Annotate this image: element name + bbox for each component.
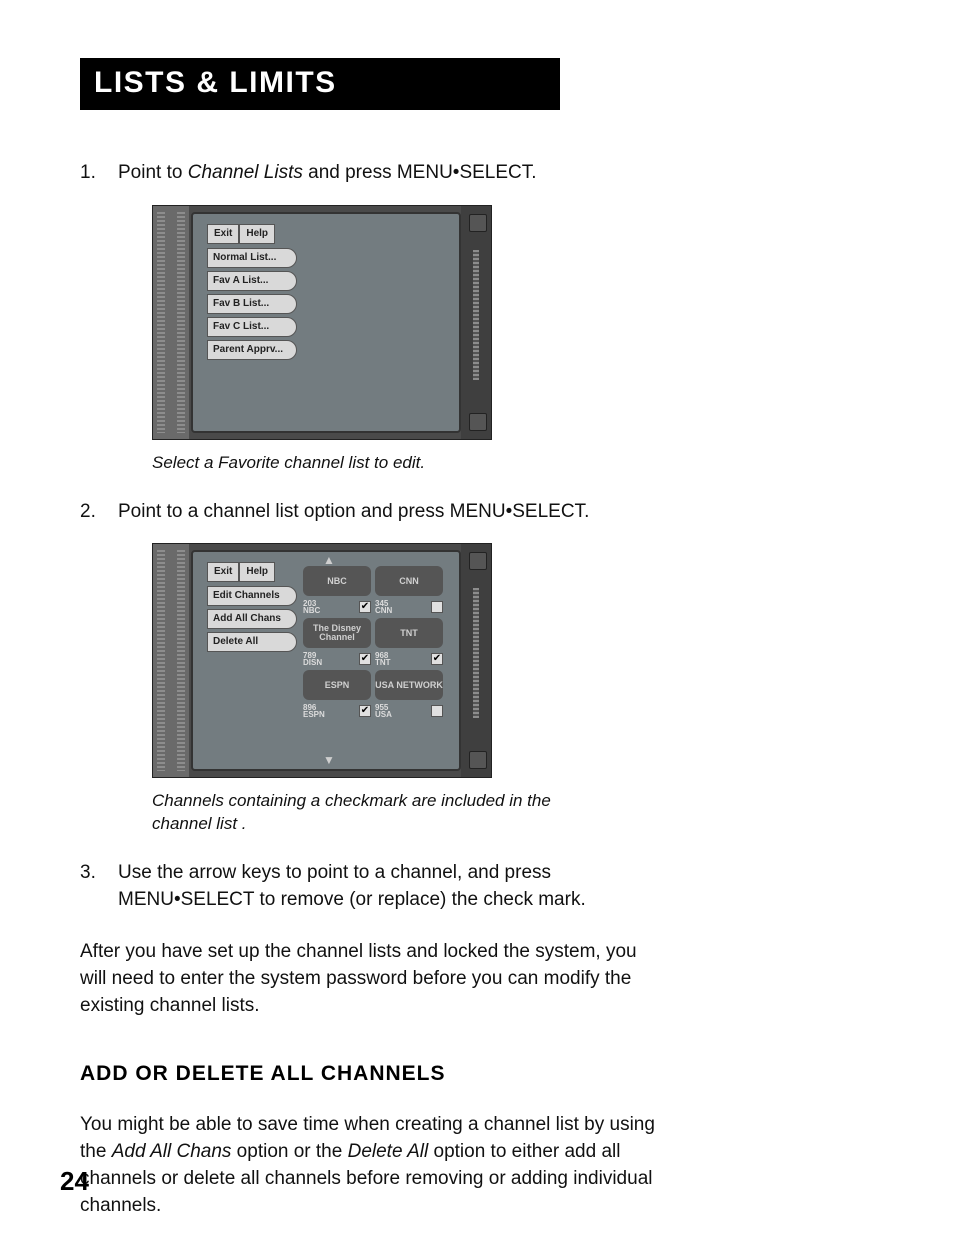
menu-delete-all[interactable]: Delete All bbox=[207, 632, 297, 652]
menu-add-all[interactable]: Add All Chans bbox=[207, 609, 297, 629]
sub-para-p2: option or the bbox=[231, 1141, 347, 1162]
step-1-text: Point to bbox=[118, 162, 188, 183]
step-3-post: to remove (or replace) the check mark. bbox=[254, 889, 586, 910]
channel-row[interactable]: 896ESPN✔ bbox=[303, 704, 371, 718]
step-1: Point to Channel Lists and press MENU•SE… bbox=[80, 160, 664, 475]
menu-fav-c[interactable]: Fav C List... bbox=[207, 317, 297, 337]
channel-logo[interactable]: USA NETWORK bbox=[375, 670, 443, 700]
step-3: Use the arrow keys to point to a channel… bbox=[80, 860, 664, 913]
channel-number-label: 345CNN bbox=[375, 600, 428, 614]
channel-checkbox[interactable] bbox=[431, 601, 443, 613]
menu-fav-b[interactable]: Fav B List... bbox=[207, 294, 297, 314]
sub-paragraph: You might be able to save time when crea… bbox=[80, 1112, 664, 1220]
subheading-add-delete: Add or Delete All Channels bbox=[80, 1062, 664, 1086]
channel-checkbox[interactable] bbox=[431, 705, 443, 717]
step-2-post: . bbox=[584, 501, 589, 522]
tv-knob bbox=[469, 552, 487, 570]
sub-para-em1: Add All Chans bbox=[112, 1141, 232, 1162]
tv-right-panel bbox=[461, 206, 491, 439]
tv-device-2: ▲ Exit Help Edit Channels Add All Chans … bbox=[152, 543, 492, 778]
exit-tab[interactable]: Exit bbox=[207, 562, 239, 582]
help-tab[interactable]: Help bbox=[239, 562, 275, 582]
channel-checkbox[interactable]: ✔ bbox=[359, 653, 371, 665]
channel-logo[interactable]: The Disney Channel bbox=[303, 618, 371, 648]
figure-1: Exit Help Normal List... Fav A List... F… bbox=[152, 205, 664, 440]
menu-parent-apprv[interactable]: Parent Apprv... bbox=[207, 340, 297, 360]
step-1-term: Channel Lists bbox=[188, 162, 303, 183]
channel-row[interactable]: 203NBC✔ bbox=[303, 600, 371, 614]
channel-logo[interactable]: CNN bbox=[375, 566, 443, 596]
channel-row[interactable]: 955USA bbox=[375, 704, 443, 718]
channel-checkbox[interactable]: ✔ bbox=[359, 705, 371, 717]
tv-knob bbox=[469, 214, 487, 232]
tv-right-panel bbox=[461, 544, 491, 777]
step-2-cmd: MENU•SELECT bbox=[450, 501, 584, 522]
tv-left-vents bbox=[153, 544, 189, 777]
exit-tab[interactable]: Exit bbox=[207, 224, 239, 244]
menu-edit-channels[interactable]: Edit Channels bbox=[207, 586, 297, 606]
help-tab[interactable]: Help bbox=[239, 224, 275, 244]
channel-logo[interactable]: ESPN bbox=[303, 670, 371, 700]
channel-row[interactable]: 789DISN✔ bbox=[303, 652, 371, 666]
step-3-line1: Use the arrow keys to point to a channel… bbox=[118, 862, 551, 883]
channel-checkbox[interactable]: ✔ bbox=[431, 653, 443, 665]
step-1-cmd: MENU•SELECT bbox=[397, 162, 531, 183]
tv-knob bbox=[469, 413, 487, 431]
channel-number-label: 203NBC bbox=[303, 600, 356, 614]
channel-number-label: 789DISN bbox=[303, 652, 356, 666]
menu-fav-a[interactable]: Fav A List... bbox=[207, 271, 297, 291]
step-1-post: . bbox=[531, 162, 536, 183]
step-2: Point to a channel list option and press… bbox=[80, 499, 664, 836]
tv-device-1: Exit Help Normal List... Fav A List... F… bbox=[152, 205, 492, 440]
channel-row[interactable]: 968TNT✔ bbox=[375, 652, 443, 666]
figure-2-caption: Channels containing a checkmark are incl… bbox=[152, 790, 552, 836]
tv-vent-bar bbox=[473, 588, 479, 718]
tv-screen-2: ▲ Exit Help Edit Channels Add All Chans … bbox=[191, 550, 461, 771]
channel-logo[interactable]: NBC bbox=[303, 566, 371, 596]
step-2-text: Point to a channel list option and press bbox=[118, 501, 450, 522]
tv-vent-bar bbox=[473, 250, 479, 380]
figure-1-caption: Select a Favorite channel list to edit. bbox=[152, 452, 552, 475]
step-1-mid: and press bbox=[303, 162, 397, 183]
channel-logo[interactable]: TNT bbox=[375, 618, 443, 648]
section-header: Lists & Limits bbox=[80, 58, 560, 110]
channel-number-label: 955USA bbox=[375, 704, 428, 718]
channel-number-label: 896ESPN bbox=[303, 704, 356, 718]
channel-grid: NBCCNN203NBC✔345CNNThe Disney ChannelTNT… bbox=[303, 566, 443, 718]
channel-row[interactable]: 345CNN bbox=[375, 600, 443, 614]
scroll-down-icon[interactable]: ▼ bbox=[323, 752, 335, 769]
after-paragraph: After you have set up the channel lists … bbox=[80, 939, 664, 1020]
page-number: 24 bbox=[60, 1166, 89, 1197]
figure-2: ▲ Exit Help Edit Channels Add All Chans … bbox=[152, 543, 664, 778]
channel-number-label: 968TNT bbox=[375, 652, 428, 666]
tv-screen-1: Exit Help Normal List... Fav A List... F… bbox=[191, 212, 461, 433]
channel-checkbox[interactable]: ✔ bbox=[359, 601, 371, 613]
tv-knob bbox=[469, 751, 487, 769]
tv-left-vents bbox=[153, 206, 189, 439]
step-3-cmd: MENU•SELECT bbox=[118, 889, 254, 910]
sub-para-em2: Delete All bbox=[348, 1141, 429, 1162]
menu-normal-list[interactable]: Normal List... bbox=[207, 248, 297, 268]
